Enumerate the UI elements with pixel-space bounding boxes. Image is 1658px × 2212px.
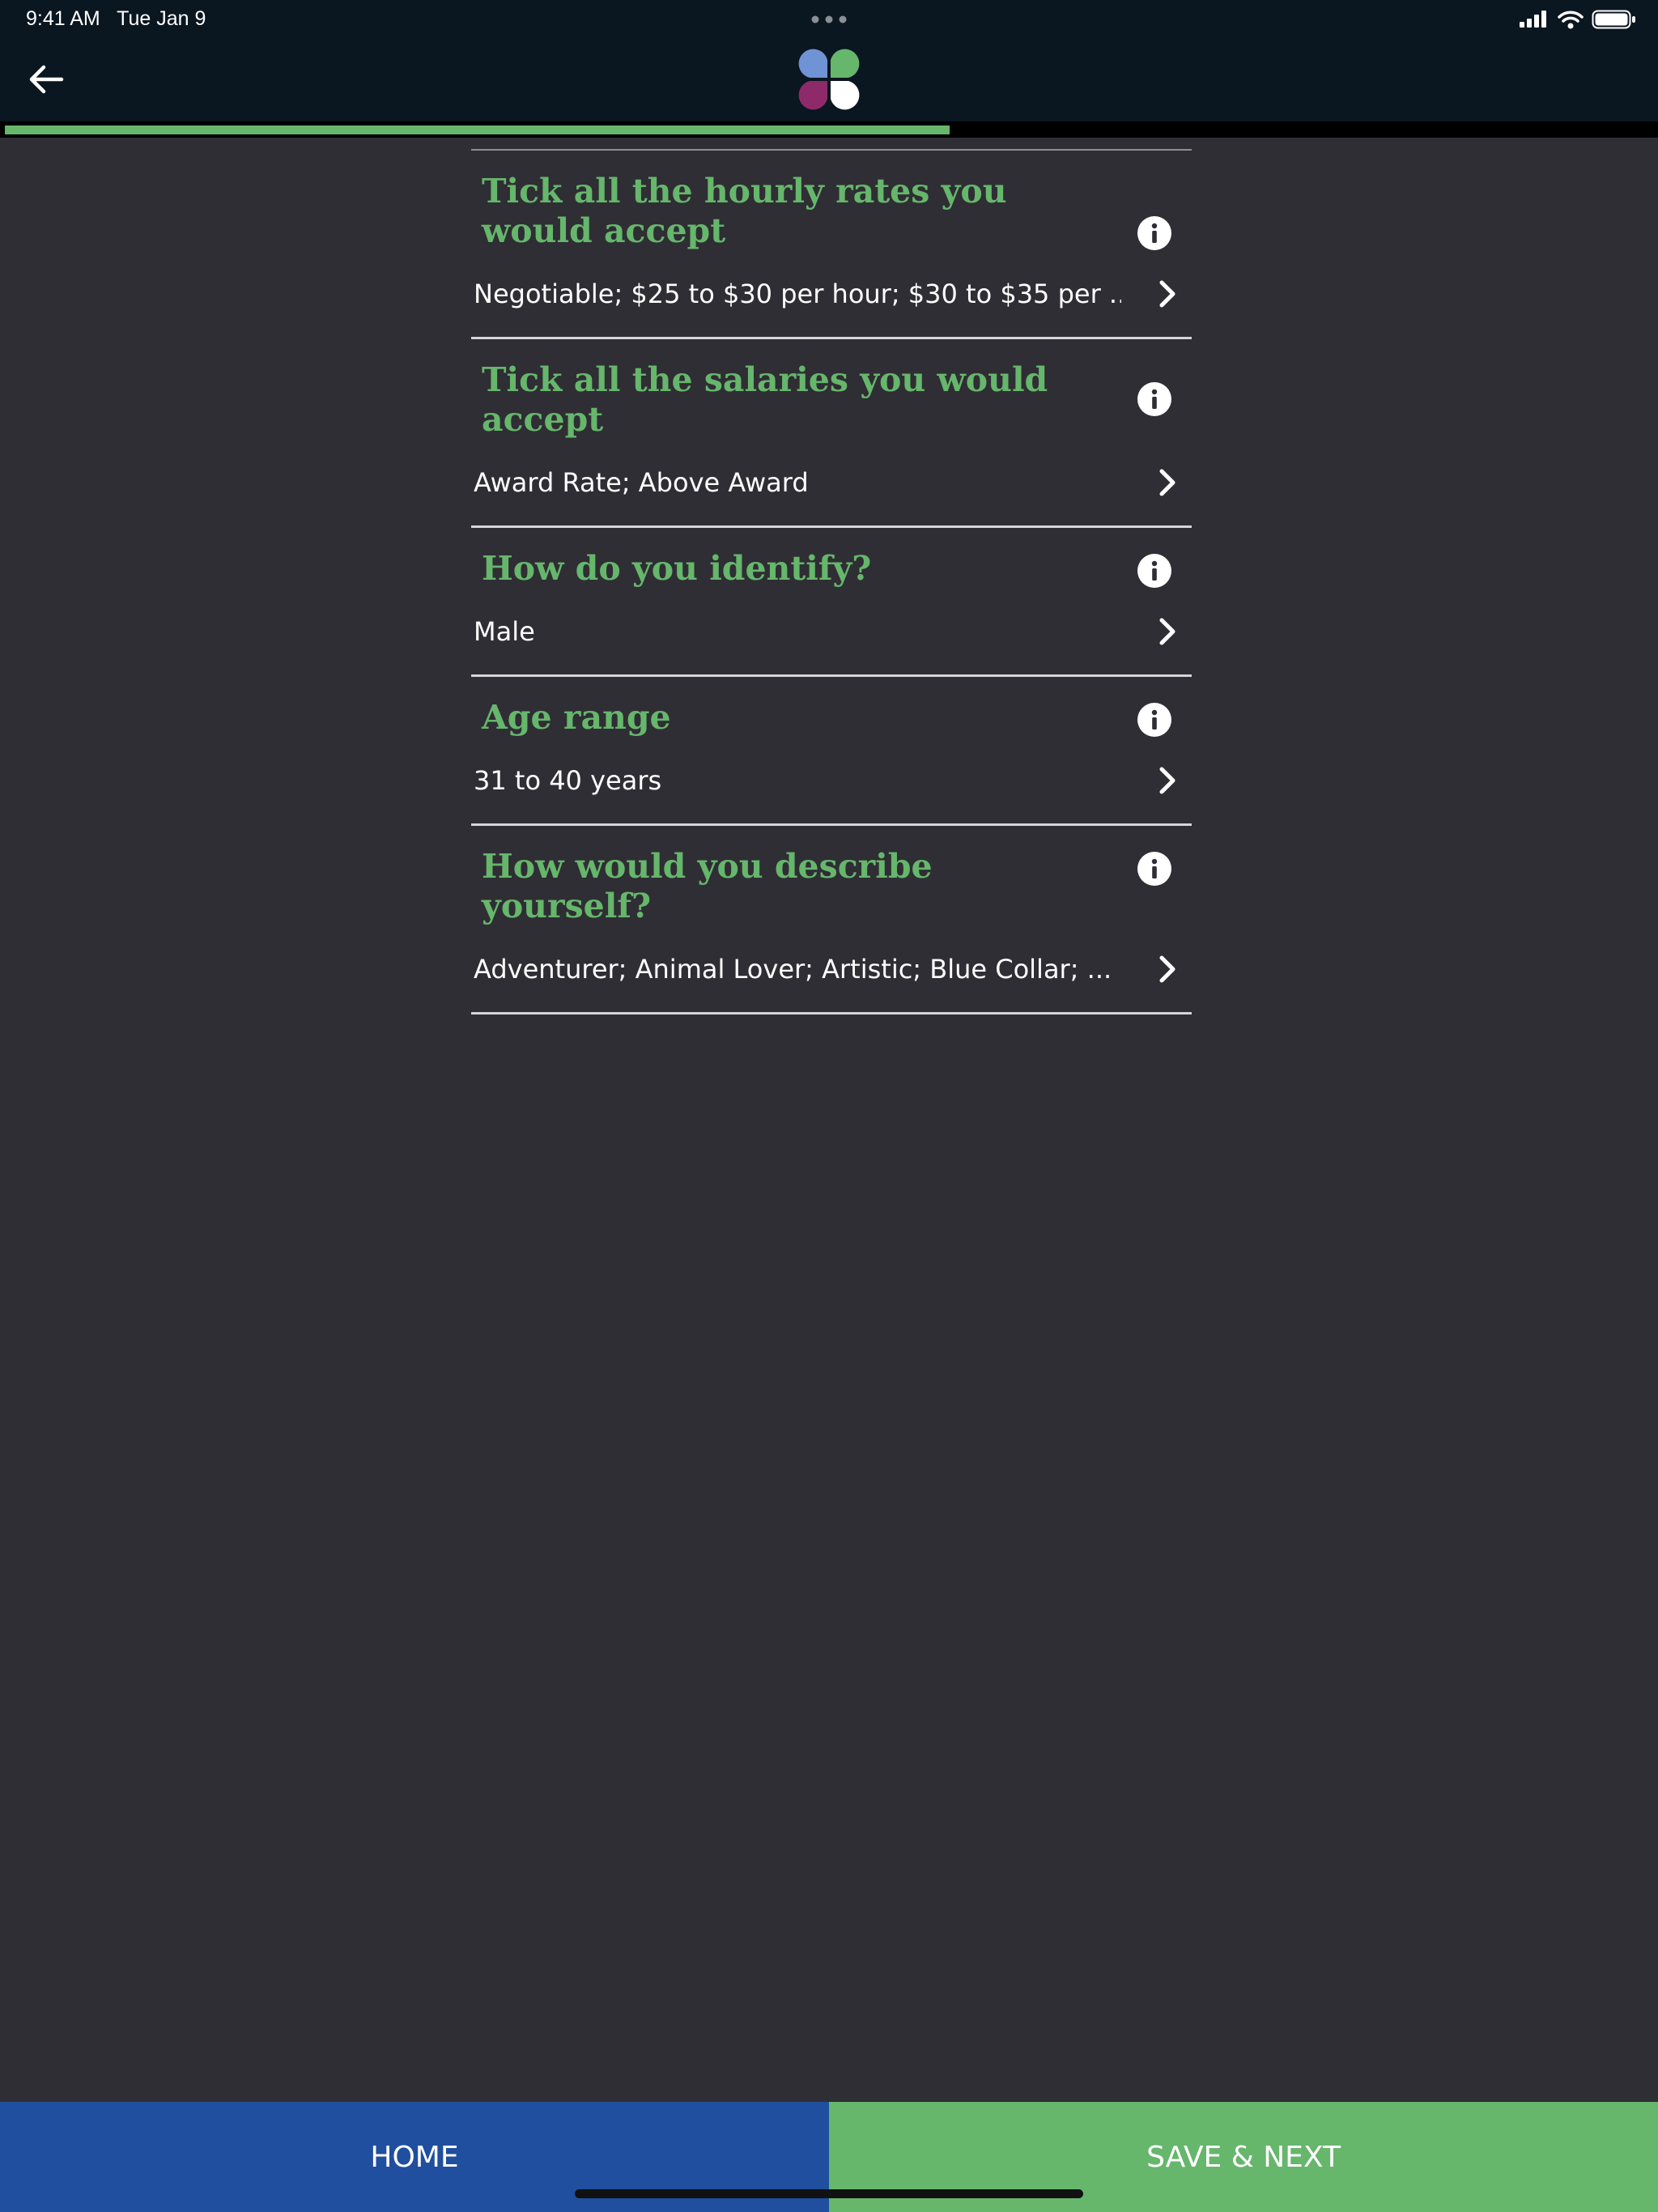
- answer-value: Award Rate; Above Award: [474, 467, 809, 498]
- chevron-right-icon: [1159, 469, 1175, 496]
- question-title: How would you describe yourself?: [482, 847, 933, 925]
- progress-bar: [0, 121, 1658, 138]
- answer-value: Male: [474, 616, 535, 647]
- answer-row[interactable]: 31 to 40 years: [471, 738, 1192, 823]
- chevron-right-icon: [1159, 767, 1175, 794]
- answer-value: 31 to 40 years: [474, 765, 662, 796]
- question-title: How do you identify?: [482, 549, 872, 588]
- question-identify: How do you identify? Male: [471, 528, 1192, 677]
- question-salaries: Tick all the salaries you would accept A…: [471, 339, 1192, 528]
- wifi-icon: [1557, 11, 1584, 29]
- home-indicator[interactable]: [575, 2189, 1083, 2198]
- answer-row[interactable]: Award Rate; Above Award: [471, 440, 1192, 525]
- question-list: Tick all the hourly rates you would acce…: [471, 138, 1192, 1015]
- answer-row[interactable]: Male: [471, 589, 1192, 674]
- chevron-right-icon: [1159, 955, 1175, 983]
- progress-fill: [5, 125, 950, 134]
- info-icon[interactable]: [1137, 851, 1172, 887]
- status-date: Tue Jan 9: [117, 7, 206, 30]
- info-icon[interactable]: [1137, 381, 1172, 417]
- question-hourly-rates: Tick all the hourly rates you would acce…: [471, 151, 1192, 339]
- answer-value: Adventurer; Animal Lover; Artistic; Blue…: [474, 954, 1112, 985]
- multitasking-dots-icon[interactable]: [811, 15, 847, 23]
- question-describe-yourself: How would you describe yourself? Adventu…: [471, 826, 1192, 1015]
- question-title: Tick all the salaries you would accept: [482, 360, 1048, 439]
- info-icon[interactable]: [1137, 215, 1172, 251]
- status-bar: 9:41 AM Tue Jan 9: [0, 0, 1658, 37]
- status-icons: [1520, 10, 1637, 29]
- chevron-right-icon: [1159, 280, 1175, 308]
- question-header: Age range: [471, 677, 1192, 738]
- question-age-range: Age range 31 to 40 years: [471, 677, 1192, 826]
- question-title: Age range: [482, 698, 671, 737]
- battery-icon: [1592, 10, 1635, 29]
- question-header: Tick all the hourly rates you would acce…: [471, 151, 1192, 251]
- arrow-left-icon[interactable]: [24, 62, 66, 97]
- answer-row[interactable]: Negotiable; $25 to $30 per hour; $30 to …: [471, 251, 1192, 337]
- info-icon[interactable]: [1137, 553, 1172, 589]
- question-title: Tick all the hourly rates you would acce…: [482, 172, 1007, 250]
- question-header: How do you identify?: [471, 528, 1192, 589]
- info-icon[interactable]: [1137, 702, 1172, 738]
- nav-bar: [0, 37, 1658, 121]
- chevron-right-icon: [1159, 618, 1175, 645]
- question-header: Tick all the salaries you would accept: [471, 339, 1192, 440]
- divider: [471, 138, 1192, 151]
- status-time-date: 9:41 AM Tue Jan 9: [26, 7, 206, 31]
- clover-logo: [798, 49, 860, 110]
- answer-value: Negotiable; $25 to $30 per hour; $30 to …: [474, 279, 1121, 309]
- question-header: How would you describe yourself?: [471, 826, 1192, 926]
- answer-row[interactable]: Adventurer; Animal Lover; Artistic; Blue…: [471, 926, 1192, 1012]
- signal-icon: [1520, 11, 1547, 28]
- status-time: 9:41 AM: [26, 7, 100, 30]
